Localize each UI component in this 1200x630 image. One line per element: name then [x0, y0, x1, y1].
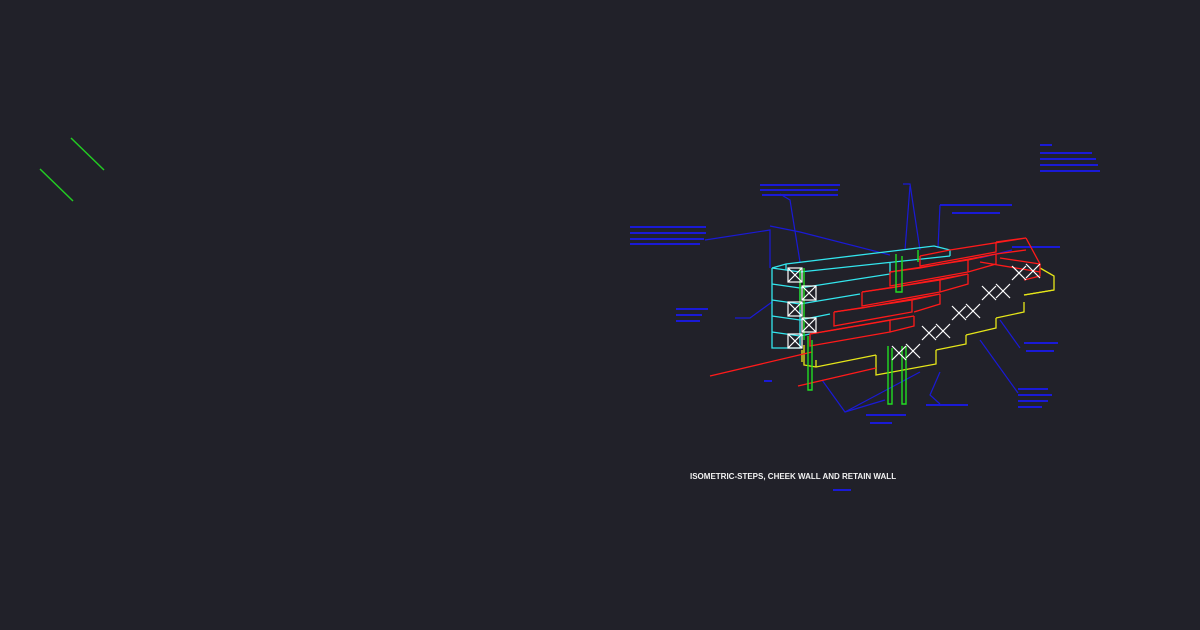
note-9-line-1 [926, 404, 968, 406]
note-10-line-1 [866, 414, 906, 416]
section-line-upper [709, 351, 813, 377]
note-1-line-3 [762, 194, 838, 196]
cad-drawing-canvas: ISOMETRIC-STEPS, CHEEK WALL AND RETAIN W… [39, 137, 1100, 491]
leader-left-upper [704, 229, 771, 268]
note-8-line-2 [1018, 394, 1052, 396]
block-mark-9 [921, 323, 951, 341]
footing-step-5 [995, 302, 1025, 319]
step-3-tread [861, 273, 969, 293]
note-8-line-3 [1018, 400, 1048, 402]
note-2-line-2 [630, 232, 706, 234]
drawing-title: ISOMETRIC-STEPS, CHEEK WALL AND RETAIN W… [690, 472, 896, 481]
steps [709, 237, 1041, 387]
note-1-line-2 [760, 189, 838, 191]
retain-wall-top-front [771, 255, 951, 273]
note-3-line-1 [676, 308, 708, 310]
step-1-riser [809, 319, 891, 347]
leader-right-lower [979, 339, 1019, 394]
stray-lines [39, 137, 105, 202]
note-5-line-2 [1040, 152, 1092, 154]
annotation-text-blocks [630, 144, 1100, 491]
note-7-line-2 [1026, 350, 1054, 352]
footing [801, 267, 1055, 376]
note-8-line-1 [1018, 388, 1048, 390]
leader-cheek-wall [769, 225, 891, 256]
scale-note [833, 489, 851, 491]
leader-left-mid [735, 301, 773, 319]
note-8-line-4 [1018, 406, 1042, 408]
note-4-line-1 [940, 204, 1012, 206]
block-mark-7 [981, 283, 1011, 301]
rebar-starter-mid-a [887, 346, 893, 405]
footing-step-3 [935, 335, 967, 351]
note-10-line-2 [870, 422, 892, 424]
note-3-line-3 [676, 320, 700, 322]
footing-top-edge [1023, 289, 1055, 296]
step-1-tread [809, 315, 915, 335]
note-2-line-3 [630, 238, 704, 240]
block-mark-8 [951, 303, 981, 321]
step-landing-lower [979, 261, 1041, 273]
footing-step-4 [965, 318, 997, 336]
leader-top-right [937, 204, 941, 249]
note-6-line-1 [1012, 246, 1060, 248]
stray-line-upper [70, 137, 105, 171]
leader-top-mid-b [904, 185, 911, 251]
note-3-line-2 [676, 314, 702, 316]
leader-bottom-right [929, 371, 941, 405]
step-5-end [1023, 237, 1041, 281]
note-2-line-4 [630, 243, 700, 245]
note-5-line-3 [1040, 158, 1096, 160]
note-5-line-1 [1040, 144, 1052, 146]
step-top-landing [999, 257, 1041, 265]
rebar-starter-mid-b [901, 346, 907, 405]
leader-right-mid [999, 319, 1021, 349]
note-2-line-1 [630, 226, 706, 228]
leader-bottom-left-b [844, 371, 921, 413]
footing-step-1 [803, 345, 877, 368]
note-5-line-4 [1040, 164, 1098, 166]
note-11-line-1 [764, 380, 772, 382]
note-4-line-2 [952, 212, 1000, 214]
section-line-lower [797, 367, 877, 387]
note-1-line-1 [760, 184, 840, 186]
stray-line-lower [39, 168, 74, 202]
note-7-line-1 [1024, 342, 1058, 344]
note-5-line-5 [1040, 170, 1100, 172]
